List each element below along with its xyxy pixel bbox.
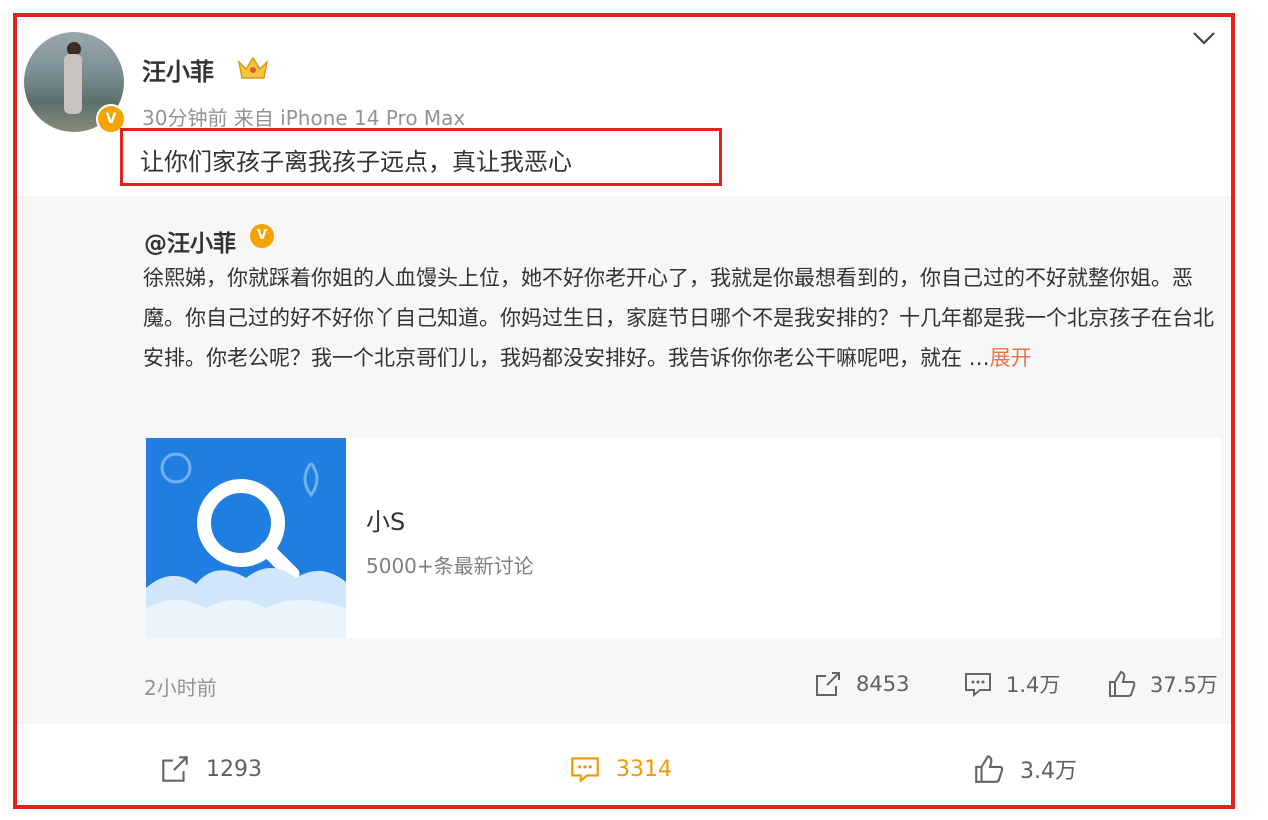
outer-highlight-frame <box>13 13 1235 809</box>
